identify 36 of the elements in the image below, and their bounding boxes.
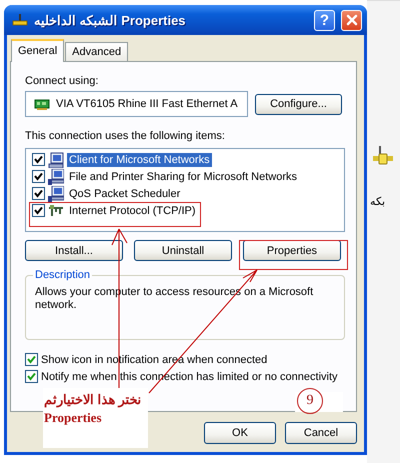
checkbox[interactable] — [32, 170, 45, 183]
network-card-icon — [34, 98, 50, 110]
checkbox[interactable] — [32, 187, 45, 200]
checkbox[interactable] — [25, 370, 38, 383]
computer-icon — [48, 186, 64, 202]
close-button[interactable] — [341, 10, 362, 30]
step-number: 9 — [297, 388, 323, 414]
list-item[interactable]: Client for Microsoft Networks — [67, 152, 212, 166]
action-button[interactable]: Install... — [25, 240, 123, 261]
configure-button[interactable]: Configure... — [255, 94, 342, 114]
dialog-button[interactable]: Cancel — [285, 422, 357, 444]
action-button[interactable]: Uninstall — [134, 240, 232, 261]
label-text: This connection uses the following items: — [25, 130, 226, 142]
label-text: Connect using: — [25, 75, 100, 87]
tab[interactable]: General — [11, 39, 64, 62]
group-title: Description — [33, 269, 92, 281]
computer-icon — [48, 152, 64, 168]
computer-icon — [48, 168, 64, 184]
network-icon — [12, 13, 28, 27]
list-item[interactable]: Internet Protocol (TCP/IP) — [67, 204, 198, 218]
close-icon — [346, 14, 358, 26]
dialog-button[interactable]: OK — [204, 422, 276, 444]
checkbox[interactable] — [32, 153, 45, 166]
note-text: Properties — [43, 409, 103, 427]
checkbox[interactable] — [32, 204, 45, 217]
list-item[interactable]: File and Printer Sharing for Microsoft Networks — [67, 170, 300, 184]
action-button[interactable]: Properties — [243, 240, 341, 261]
help-button[interactable]: ? — [314, 10, 335, 30]
tab[interactable]: Advanced — [65, 42, 128, 61]
list-item[interactable]: QoS Packet Scheduler — [67, 186, 182, 200]
adapter-name: VIA VT6105 Rhine III Fast Ethernet A — [56, 98, 238, 110]
label-text: بكه — [370, 195, 385, 208]
checkbox[interactable] — [25, 353, 38, 366]
note-text: نختر هذا الاختيارثم — [43, 391, 142, 409]
protocol-icon — [48, 202, 64, 218]
window-title: الشبكه الداخليه Properties — [34, 12, 187, 28]
